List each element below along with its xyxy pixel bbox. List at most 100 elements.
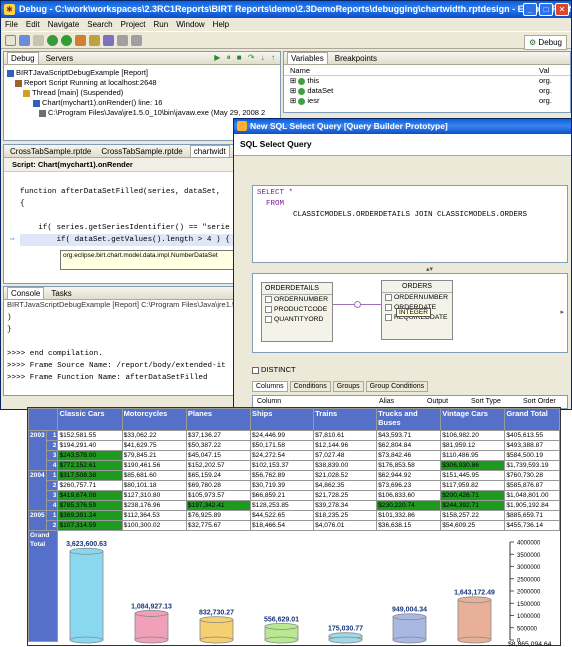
tab-breakpoints[interactable]: Breakpoints: [332, 54, 380, 63]
menu-edit[interactable]: Edit: [26, 18, 40, 31]
table-cell: $24,446.99: [249, 430, 315, 441]
tab-group-conditions[interactable]: Group Conditions: [365, 381, 429, 392]
editor-tab-1[interactable]: CrossTabSample.rptde: [7, 147, 94, 156]
tab-console[interactable]: Console: [7, 287, 45, 299]
scroll-arrow-icon[interactable]: ▸: [560, 308, 564, 316]
tree-item-javaw[interactable]: C:\Program Files\Java\jre1.5.0_10\bin\ja…: [7, 108, 280, 118]
tree-item-launch[interactable]: BIRTJavaScriptDebugExample [Report]: [7, 68, 280, 78]
table-cell: $244,392.71: [440, 500, 506, 511]
menu-help[interactable]: Help: [213, 18, 229, 31]
minimize-button[interactable]: _: [523, 3, 537, 16]
maximize-button[interactable]: □: [539, 3, 553, 16]
table-cell: $493,388.87: [504, 440, 560, 451]
close-button[interactable]: ✕: [555, 3, 569, 16]
window-title: Debug - C:\work\workspaces\2.3RC1Reports…: [19, 4, 571, 14]
search-icon[interactable]: [103, 34, 114, 46]
back-icon[interactable]: [117, 34, 128, 46]
variables-view: Variables Breakpoints Name Val ⊞ this org…: [283, 51, 571, 113]
table-diagram[interactable]: ORDERDETAILS ORDERNUMBER PRODUCTCODE QUA…: [252, 273, 568, 353]
column-item[interactable]: ORDERNUMBER: [394, 294, 448, 301]
tree-item-process[interactable]: Report Script Running at localhost:2648: [7, 78, 280, 88]
run-icon[interactable]: [61, 34, 72, 46]
quarter-label: 1: [45, 470, 59, 481]
table-cell: $32,775.67: [185, 520, 252, 531]
variable-row[interactable]: ⊞ this org.: [284, 76, 570, 86]
bar-top-0: [69, 547, 104, 555]
perspective-debug-button[interactable]: ⚙ Debug: [524, 35, 567, 50]
table-orderdetails[interactable]: ORDERDETAILS ORDERNUMBER PRODUCTCODE QUA…: [261, 282, 333, 342]
column-item[interactable]: ORDERNUMBER: [274, 296, 328, 303]
bar-1: [134, 613, 169, 641]
tab-columns[interactable]: Columns: [252, 381, 288, 392]
menu-project[interactable]: Project: [121, 18, 146, 31]
splitter-handle[interactable]: ▴▾: [426, 265, 433, 273]
table-cell: $106,982.20: [440, 430, 506, 441]
table-cell: $43,593.71: [376, 430, 442, 441]
table-cell: $317,508.38: [57, 470, 123, 481]
menu-search[interactable]: Search: [87, 18, 112, 31]
tab-conditions[interactable]: Conditions: [289, 381, 331, 392]
table-row: 3 $243,578.00 $79,845.21 $45,047.15 $24,272.…: [29, 450, 560, 461]
y-tick-label: 3500000: [517, 553, 541, 559]
tree-item-stackframe[interactable]: Chart(mychart1).onRender() line: 16: [7, 98, 280, 108]
table-name: ORDERS: [382, 281, 452, 293]
dialog-heading: SQL Select Query: [234, 134, 571, 156]
debug-toolbar-icons[interactable]: ▶ ⏸ ■ ↷ ↓ ↑: [214, 53, 280, 63]
table-cell: $21,028.52: [313, 470, 378, 481]
bar-base-1: [134, 636, 169, 644]
table-cell: $1,905,192.84: [504, 500, 560, 511]
debug-run-icon[interactable]: [47, 34, 58, 46]
dialog-tabs: Columns Conditions Groups Group Conditio…: [252, 381, 429, 392]
tab-debug[interactable]: Debug: [7, 52, 39, 64]
bar-6: [457, 599, 492, 641]
column-header: Trucks and Buses: [376, 408, 442, 431]
y-tick-label: 1000000: [517, 614, 541, 620]
column-name[interactable]: Name: [284, 65, 539, 75]
bar-label-6: 1,643,172.49: [454, 590, 495, 597]
bar-base-6: [457, 636, 492, 644]
join-icon[interactable]: [354, 301, 361, 308]
bar-base-0: [69, 636, 104, 644]
menu-navigate[interactable]: Navigate: [48, 18, 80, 31]
quarter-label: 2: [45, 520, 59, 531]
column-item[interactable]: PRODUCTCODE: [274, 306, 327, 313]
bar-top-2: [199, 616, 234, 623]
table-cell: $112,364.53: [121, 510, 187, 521]
external-tools-icon[interactable]: [75, 34, 86, 46]
table-cell: $117,959.82: [440, 480, 506, 491]
editor-tab-2[interactable]: CrossTabSample.rptde: [98, 147, 185, 156]
crosstab-header-row: Classic Cars Motorcycles Planes Ships Trains…: [27, 408, 560, 431]
column-header: Grand Total: [504, 408, 560, 431]
column-value[interactable]: Val: [539, 65, 549, 75]
sql-line: FROM: [257, 200, 285, 208]
tab-groups[interactable]: Groups: [332, 381, 364, 392]
bar-0: [69, 550, 104, 641]
table-cell: $81,959.12: [440, 440, 506, 451]
tab-tasks[interactable]: Tasks: [48, 289, 74, 298]
print-icon[interactable]: [33, 34, 44, 46]
window-titlebar: ✱ Debug - C:\work\workspaces\2.3RC1Repor…: [1, 1, 571, 18]
menu-window[interactable]: Window: [176, 18, 204, 31]
new-icon[interactable]: [5, 34, 16, 46]
tree-item-thread[interactable]: Thread [main] (Suspended): [7, 88, 280, 98]
distinct-checkbox[interactable]: DISTINCT: [252, 365, 296, 374]
variable-row[interactable]: ⊞ dataSet org.: [284, 86, 570, 96]
table-cell: $230,220.74: [376, 500, 442, 511]
column-item[interactable]: QUANTITYORD: [274, 316, 323, 323]
table-cell: $4,076.01: [313, 520, 378, 531]
table-orders[interactable]: ORDERS ORDERNUMBER ORDERDATE REQUIREDDAT…: [381, 280, 453, 340]
tab-variables[interactable]: Variables: [287, 52, 328, 64]
table-cell: $107,314.59: [57, 520, 123, 531]
table-cell: $1,739,593.19: [504, 460, 560, 471]
dialog-app-icon: [237, 121, 247, 131]
editor-tab-3[interactable]: chartwidt: [189, 145, 230, 157]
tab-servers[interactable]: Servers: [43, 54, 77, 63]
save-icon[interactable]: [19, 34, 30, 46]
sql-editor[interactable]: SELECT * FROM CLASSICMODELS.ORDERDETAILS…: [252, 185, 568, 263]
menu-file[interactable]: File: [5, 18, 18, 31]
variable-row[interactable]: ⊞ iesr org.: [284, 96, 570, 106]
open-type-icon[interactable]: [89, 34, 100, 46]
menu-run[interactable]: Run: [154, 18, 169, 31]
forward-icon[interactable]: [131, 34, 142, 46]
table-cell: $101,332.86: [376, 510, 442, 521]
